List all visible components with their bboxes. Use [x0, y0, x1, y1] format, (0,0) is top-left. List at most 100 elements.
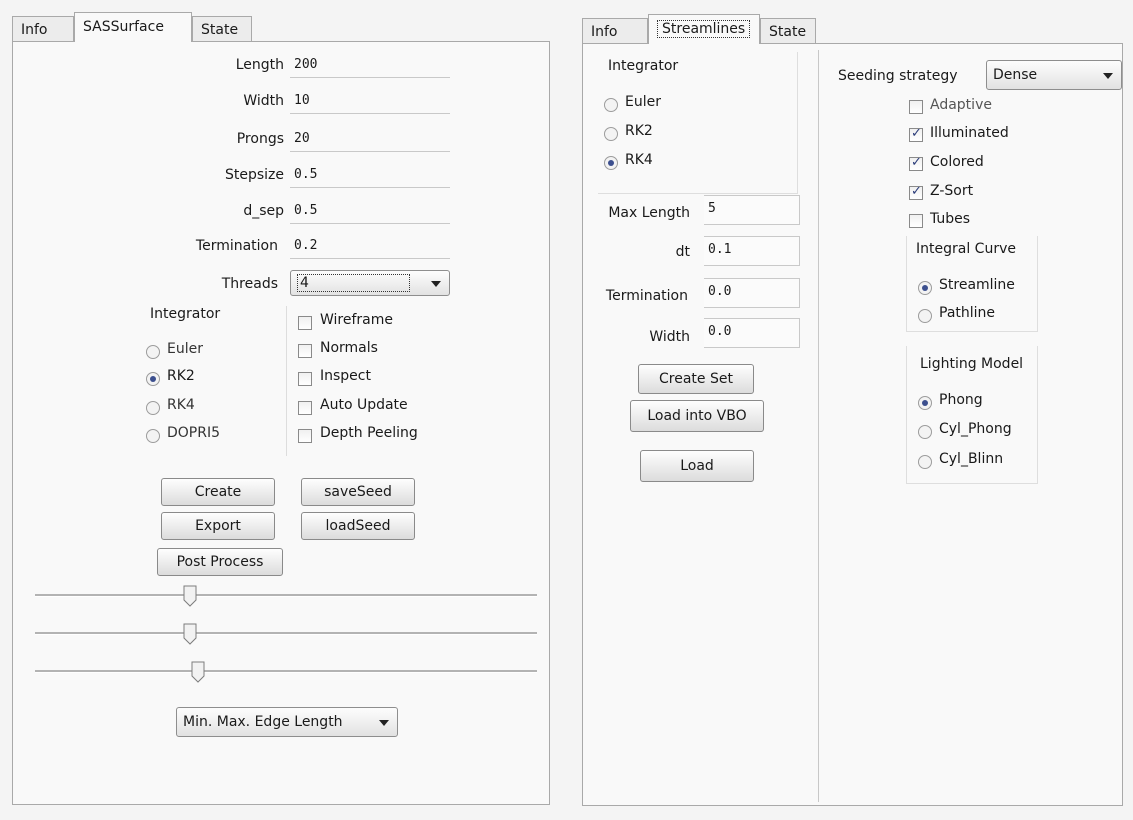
rk2-label: RK2 — [167, 368, 195, 384]
rk4-radio-right[interactable] — [604, 156, 618, 170]
streamline-label: Streamline — [939, 277, 1015, 293]
edge-length-value: Min. Max. Edge Length — [183, 714, 343, 730]
tab-state-right[interactable]: State — [760, 18, 816, 44]
tab-streamlines-label: Streamlines — [657, 20, 751, 38]
d-sep-field[interactable]: 0.5 — [290, 200, 450, 224]
chevron-down-icon — [431, 281, 441, 287]
illuminated-checkbox[interactable] — [909, 126, 923, 142]
dopri5-label: DOPRI5 — [167, 425, 221, 441]
tubes-checkbox[interactable] — [909, 214, 923, 228]
create-set-button[interactable]: Create Set — [638, 364, 754, 394]
slider-3-handle[interactable] — [191, 661, 205, 683]
seeding-strategy-label: Seeding strategy — [838, 68, 958, 84]
euler-label-right: Euler — [625, 94, 661, 110]
create-button[interactable]: Create — [161, 478, 275, 506]
tab-sassurface[interactable]: SASSurface — [74, 12, 192, 42]
euler-radio[interactable] — [146, 345, 160, 359]
dt-label: dt — [675, 244, 690, 260]
export-button[interactable]: Export — [161, 512, 275, 540]
sassurface-panel — [12, 41, 550, 805]
z-sort-checkbox[interactable] — [909, 184, 923, 200]
termination-label: Termination — [195, 238, 278, 254]
cyl-blinn-label: Cyl_Blinn — [939, 451, 1004, 467]
width-field[interactable]: 10 — [290, 90, 450, 114]
lighting-model-title: Lighting Model — [920, 356, 1024, 372]
edge-length-combo[interactable]: Min. Max. Edge Length — [176, 707, 398, 737]
load-button[interactable]: Load — [640, 450, 754, 482]
slider-3-track — [35, 670, 537, 673]
panel-splitter — [818, 50, 819, 802]
width-label: Width — [243, 93, 284, 109]
termination-field[interactable]: 0.2 — [290, 235, 450, 259]
integrator-title: Integrator — [150, 306, 221, 322]
inspect-checkbox[interactable] — [298, 372, 312, 386]
prongs-label: Prongs — [236, 131, 284, 147]
integral-curve-title: Integral Curve — [916, 241, 1016, 257]
seeding-strategy-value: Dense — [993, 67, 1038, 83]
tab-streamlines[interactable]: Streamlines — [648, 14, 760, 44]
slider-1-handle[interactable] — [183, 585, 197, 607]
chevron-down-icon — [1103, 73, 1113, 79]
normals-label: Normals — [320, 340, 378, 356]
threads-combo[interactable]: 4 — [290, 270, 450, 296]
adaptive-checkbox[interactable] — [909, 100, 923, 114]
d-sep-label: d_sep — [243, 203, 284, 219]
streamline-radio[interactable] — [918, 281, 932, 295]
tab-sassurface-label: SASSurface — [83, 19, 164, 35]
tab-state-label: State — [201, 22, 239, 38]
tab-state[interactable]: State — [192, 16, 252, 42]
tubes-label: Tubes — [930, 211, 971, 227]
pathline-radio[interactable] — [918, 309, 932, 323]
group-divider — [286, 306, 287, 456]
tab-info-label: Info — [21, 22, 48, 38]
euler-radio-right[interactable] — [604, 98, 618, 112]
integrator-title-right: Integrator — [608, 58, 679, 74]
load-into-vbo-button[interactable]: Load into VBO — [630, 400, 764, 432]
length-field[interactable]: 200 — [290, 54, 450, 78]
termination-field-right[interactable]: 0.0 — [704, 278, 800, 308]
stepsize-field[interactable]: 0.5 — [290, 164, 450, 188]
width-label-right: Width — [649, 329, 690, 345]
seeding-strategy-combo[interactable]: Dense — [986, 60, 1122, 90]
normals-checkbox[interactable] — [298, 344, 312, 358]
post-process-button[interactable]: Post Process — [157, 548, 283, 576]
illuminated-label: Illuminated — [930, 125, 1009, 141]
slider-1-track — [35, 594, 537, 597]
width-field-right[interactable]: 0.0 — [704, 318, 800, 348]
threads-value: 4 — [297, 274, 410, 292]
euler-label: Euler — [167, 341, 203, 357]
cyl-phong-radio[interactable] — [918, 425, 932, 439]
cyl-blinn-radio[interactable] — [918, 455, 932, 469]
slider-2-handle[interactable] — [183, 623, 197, 645]
colored-checkbox[interactable] — [909, 155, 923, 171]
wireframe-label: Wireframe — [320, 312, 394, 328]
load-seed-button[interactable]: loadSeed — [301, 512, 415, 540]
rk4-radio[interactable] — [146, 401, 160, 415]
tab-info[interactable]: Info — [12, 16, 74, 42]
depth-peeling-label: Depth Peeling — [320, 425, 418, 441]
phong-radio[interactable] — [918, 396, 932, 410]
max-length-field[interactable]: 5 — [704, 195, 800, 225]
depth-peeling-checkbox[interactable] — [298, 429, 312, 443]
rk2-radio[interactable] — [146, 372, 160, 386]
tab-info-right-label: Info — [591, 24, 618, 40]
tab-state-right-label: State — [769, 24, 807, 40]
rk4-label: RK4 — [167, 397, 195, 413]
auto-update-label: Auto Update — [320, 397, 408, 413]
length-label: Length — [235, 57, 284, 73]
rk2-label-right: RK2 — [625, 123, 653, 139]
phong-label: Phong — [939, 392, 983, 408]
rk2-radio-right[interactable] — [604, 127, 618, 141]
prongs-field[interactable]: 20 — [290, 128, 450, 152]
rk4-label-right: RK4 — [625, 152, 653, 168]
wireframe-checkbox[interactable] — [298, 316, 312, 330]
save-seed-button[interactable]: saveSeed — [301, 478, 415, 506]
tab-info-right[interactable]: Info — [582, 18, 648, 44]
stepsize-label: Stepsize — [224, 167, 284, 183]
pathline-label: Pathline — [939, 305, 996, 321]
max-length-label: Max Length — [608, 205, 690, 221]
dt-field[interactable]: 0.1 — [704, 236, 800, 266]
dopri5-radio[interactable] — [146, 429, 160, 443]
adaptive-label: Adaptive — [930, 97, 992, 113]
auto-update-checkbox[interactable] — [298, 401, 312, 415]
